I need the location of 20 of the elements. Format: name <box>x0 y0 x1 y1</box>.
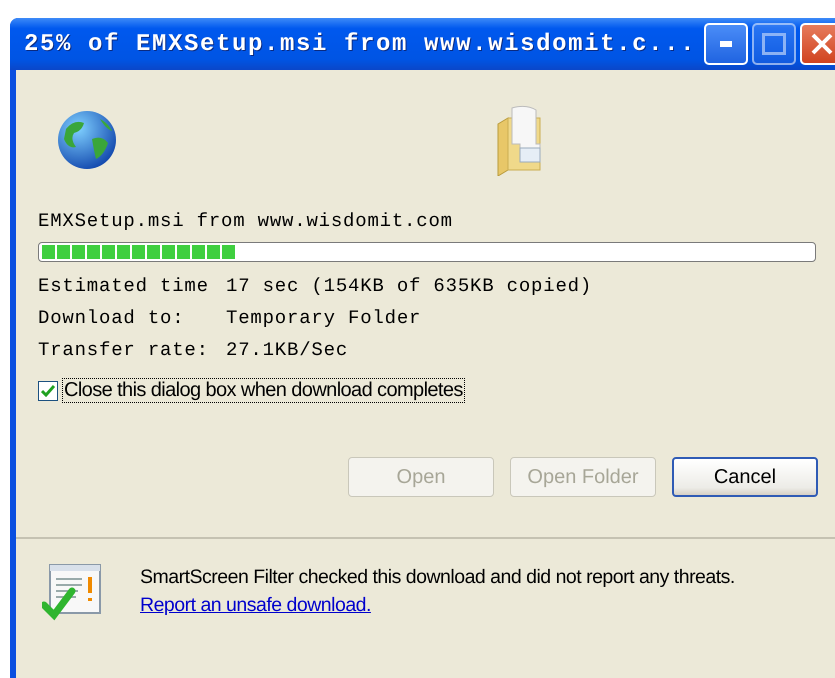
detail-value: 17 sec (154KB of 635KB copied) <box>226 275 592 297</box>
window-title: 25% of EMXSetup.msi from www.wisdomit.c... <box>24 30 698 58</box>
detail-label: Download to: <box>38 307 186 329</box>
maximize-icon <box>762 33 786 55</box>
close-button[interactable] <box>800 23 835 65</box>
detail-label: Transfer rate: <box>38 339 210 361</box>
checkbox-label[interactable]: Close this dialog box when download completes <box>62 378 465 403</box>
detail-value: Temporary Folder <box>226 307 422 329</box>
file-name: EMXSetup.msi from www.wisdomit.com <box>38 210 454 232</box>
dialog-button[interactable]: Cancel <box>672 457 818 497</box>
detail-label: Estimated time <box>38 275 210 297</box>
smartscreen-message: SmartScreen Filter checked this download and did not report any threats. Report an unsafe download. <box>140 565 736 618</box>
globe-icon <box>56 109 118 171</box>
check-icon <box>41 384 55 396</box>
minimize-button[interactable] <box>704 23 748 65</box>
detail-value: 27.1KB/Sec <box>226 339 348 361</box>
report-unsafe-link[interactable]: Report an unsafe download. <box>140 594 371 616</box>
minimize-icon <box>720 41 732 47</box>
close-checkbox[interactable] <box>38 380 58 400</box>
close-icon <box>810 32 834 56</box>
